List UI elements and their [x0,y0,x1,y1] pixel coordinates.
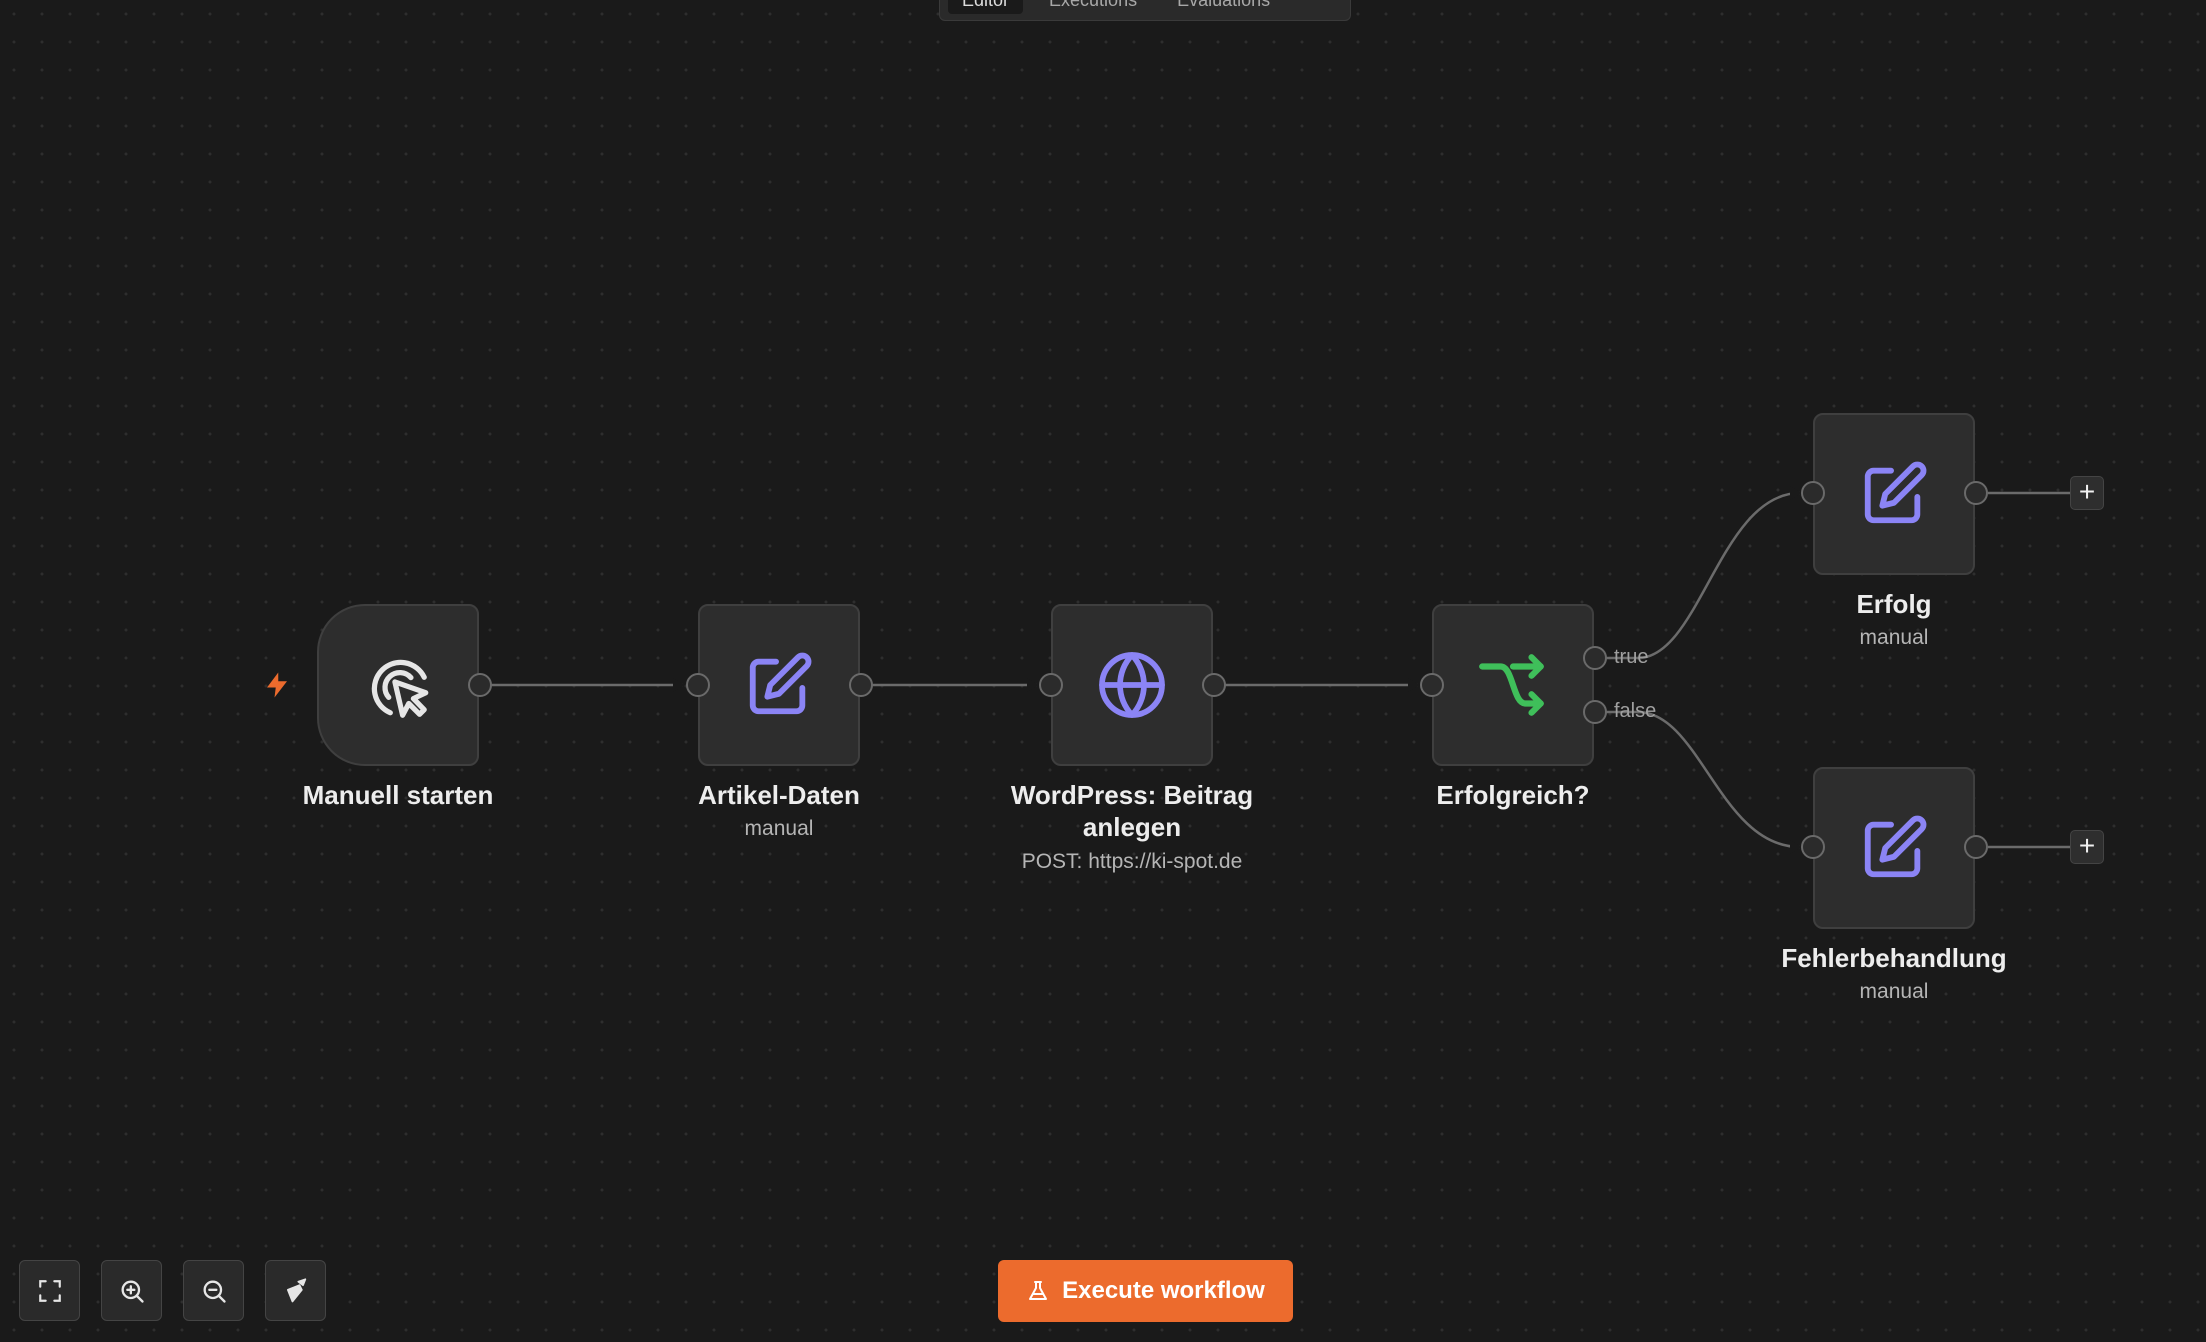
add-node-button[interactable]: + [2070,830,2104,864]
input-handle[interactable] [1039,673,1063,697]
node-title-erfolg: Erfolg [1856,589,1932,619]
if-branch-icon [1479,654,1544,716]
node-subtitle-erfolg: manual [1859,626,1929,649]
output-handle[interactable] [849,673,873,697]
output-handle-false[interactable] [1583,700,1607,724]
node-wordpress[interactable] [1051,604,1213,766]
output-handle[interactable] [1202,673,1226,697]
node-artikel-daten[interactable] [698,604,860,766]
node-subtitle-wordpress: POST: https://ki-spot.de [1021,850,1243,873]
output-handle[interactable] [1964,481,1988,505]
node-subtitle-fehlerbehandlung: manual [1859,980,1929,1003]
zoom-in-button[interactable] [101,1260,162,1321]
tidy-up-button[interactable] [265,1260,326,1321]
globe-icon [1099,652,1165,718]
edit-icon [749,652,812,715]
branch-label-true: true [1614,646,1649,668]
flask-icon [1029,1281,1048,1300]
arrow-head [1408,678,1420,692]
edit-icon [1864,815,1927,878]
node-title-erfolgreich: Erfolgreich? [1436,780,1590,810]
node-erfolg[interactable] [1813,413,1975,575]
execute-workflow-label: Execute workflow [1062,1277,1265,1304]
zoom-in-icon [121,1280,144,1303]
arrow-head [1027,678,1039,692]
fit-view-button[interactable] [19,1260,80,1321]
node-title-artikel-daten: Artikel-Daten [698,780,860,810]
node-title-manual-trigger: Manuell starten [302,780,494,810]
node-if-erfolgreich[interactable] [1432,604,1594,766]
output-handle[interactable] [468,673,492,697]
zoom-out-icon [203,1280,226,1303]
node-title-wordpress-line2: anlegen [1082,812,1182,842]
edit-icon [1864,461,1927,524]
broom-icon [286,1277,306,1302]
node-title-fehlerbehandlung: Fehlerbehandlung [1781,943,2007,973]
output-handle-true[interactable] [1583,646,1607,670]
node-manual-trigger[interactable] [317,604,479,766]
trigger-lightning-icon [267,672,287,698]
input-handle[interactable] [1801,835,1825,859]
arrow-head [673,678,685,692]
node-title-wordpress-line1: WordPress: Beitrag [1010,780,1254,810]
cursor-click-icon [371,659,429,718]
zoom-out-button[interactable] [183,1260,244,1321]
input-handle[interactable] [1801,481,1825,505]
fit-view-icon [38,1279,61,1302]
add-node-button[interactable]: + [2070,476,2104,510]
node-subtitle-artikel-daten: manual [744,817,814,840]
node-fehlerbehandlung[interactable] [1813,767,1975,929]
execute-workflow-button[interactable]: Execute workflow [998,1260,1293,1322]
output-handle[interactable] [1964,835,1988,859]
input-handle[interactable] [1420,673,1444,697]
input-handle[interactable] [686,673,710,697]
branch-label-false: false [1614,700,1657,722]
